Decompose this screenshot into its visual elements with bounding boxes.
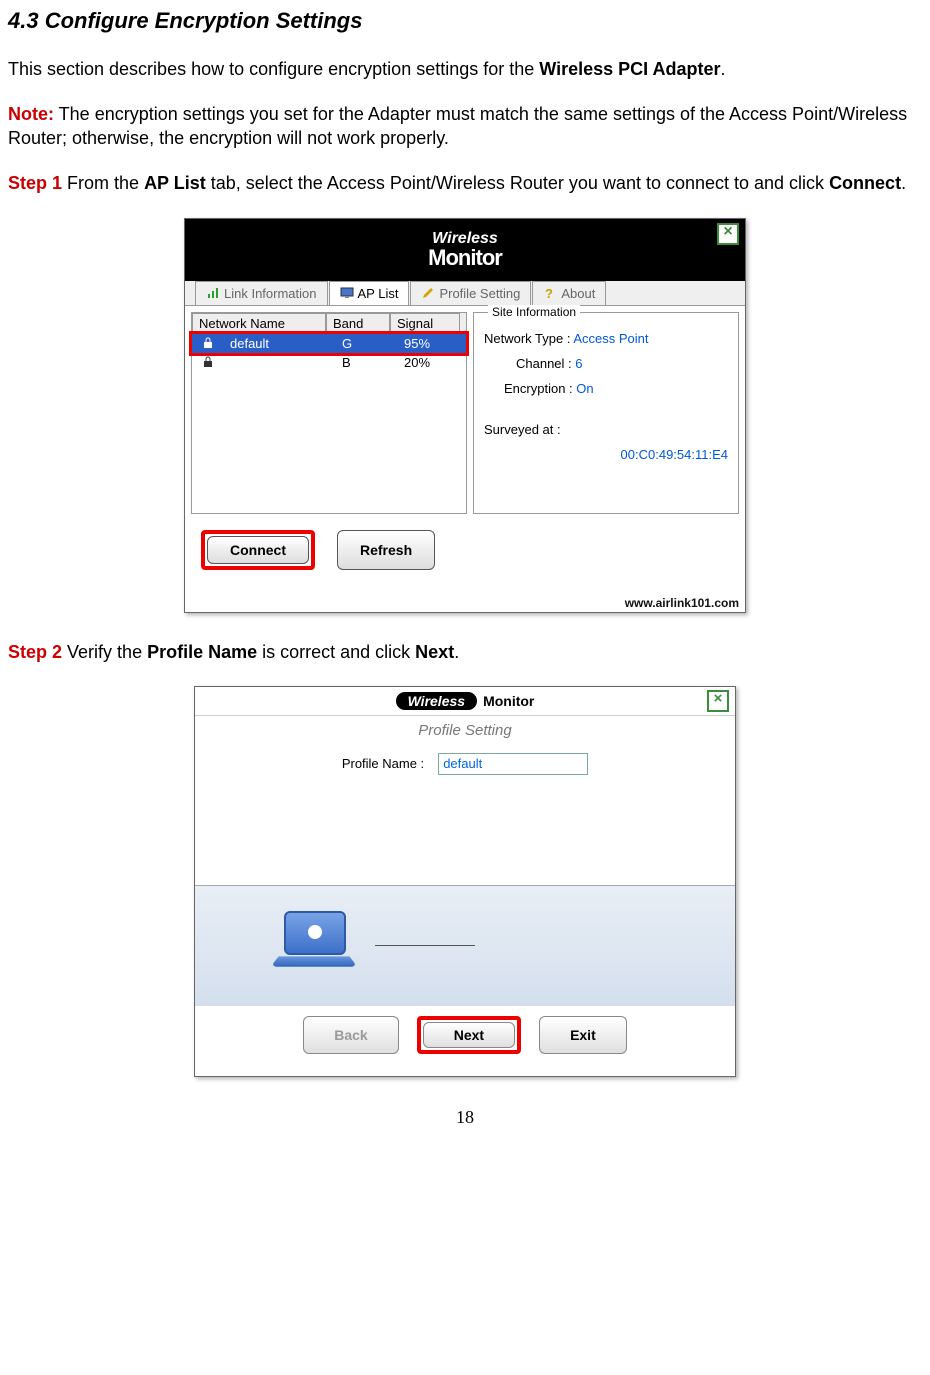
row-signal: 95%	[398, 335, 466, 352]
close-icon[interactable]: ×	[717, 223, 739, 245]
question-icon: ?	[543, 286, 557, 300]
section-heading: 4.3 Configure Encryption Settings	[8, 8, 922, 34]
logo-side-text: Monitor	[483, 693, 534, 709]
tab-about-label: About	[561, 286, 595, 301]
exit-button[interactable]: Exit	[539, 1016, 627, 1054]
row-signal: 20%	[398, 354, 466, 371]
signal-icon	[206, 286, 220, 300]
network-type-value: Access Point	[573, 331, 648, 346]
monitor-icon	[340, 286, 354, 300]
pencil-icon	[421, 286, 435, 300]
next-highlight: Next	[417, 1016, 521, 1054]
app-logo: Wireless Monitor	[428, 231, 502, 269]
svg-text:?: ?	[545, 286, 553, 300]
step1-b2: Connect	[829, 173, 901, 193]
intro-text: This section describes how to configure …	[8, 59, 539, 79]
tab-bar: Link Information AP List Profile Setting…	[185, 281, 745, 306]
site-info-legend: Site Information	[488, 305, 580, 319]
note-label: Note:	[8, 104, 54, 124]
step1-paragraph: Step 1 From the AP List tab, select the …	[8, 172, 922, 195]
step2-b2: Next	[415, 642, 454, 662]
window-header: Wireless Monitor ×	[185, 219, 745, 281]
step2-t2: is correct and click	[257, 642, 415, 662]
profile-form: Profile Name :	[195, 753, 735, 775]
encryption-value: On	[576, 381, 593, 396]
logo-bottom: Monitor	[428, 247, 502, 269]
tab-link-information[interactable]: Link Information	[195, 281, 328, 305]
tab-link-label: Link Information	[224, 286, 317, 301]
network-type-label: Network Type :	[484, 331, 570, 346]
wireless-monitor-window: Wireless Monitor × Link Information AP L…	[184, 218, 746, 613]
lock-icon	[192, 355, 224, 369]
row-band: B	[336, 354, 398, 371]
step1-label: Step 1	[8, 173, 62, 193]
next-button[interactable]: Next	[423, 1022, 515, 1048]
tab-about[interactable]: ? About	[532, 281, 606, 305]
step1-t3: .	[901, 173, 906, 193]
profile-name-label: Profile Name :	[342, 756, 424, 771]
site-information-panel: Site Information Network Type : Access P…	[473, 312, 739, 514]
profile-setting-title: Profile Setting	[195, 722, 735, 739]
step2-t3: .	[454, 642, 459, 662]
connector-line	[375, 945, 475, 946]
step2-t1: Verify the	[62, 642, 147, 662]
refresh-button[interactable]: Refresh	[337, 530, 435, 570]
encryption-label: Encryption :	[504, 381, 573, 396]
ap-list-panel: Network Name Band Signal default G 95%	[191, 312, 467, 514]
surveyed-value: 00:C0:49:54:11:E4	[484, 447, 728, 462]
ap-list-row[interactable]: default G 95%	[189, 331, 469, 356]
step2-label: Step 2	[8, 642, 62, 662]
tab-ap-list[interactable]: AP List	[329, 281, 410, 305]
step1-t2: tab, select the Access Point/Wireless Ro…	[206, 173, 829, 193]
logo-oval: Wireless	[396, 692, 477, 710]
connect-highlight: Connect	[201, 530, 315, 570]
step1-b1: AP List	[144, 173, 206, 193]
laptop-icon	[275, 911, 355, 981]
intro-suffix: .	[721, 59, 726, 79]
profile-name-input[interactable]	[438, 753, 588, 775]
channel-value: 6	[575, 356, 582, 371]
profile-setting-window: Wireless Monitor × Profile Setting Profi…	[194, 686, 736, 1077]
row-name	[224, 361, 336, 363]
tab-aplist-label: AP List	[358, 286, 399, 301]
intro-paragraph: This section describes how to configure …	[8, 58, 922, 81]
note-text: The encryption settings you set for the …	[8, 104, 907, 147]
close-icon[interactable]: ×	[707, 690, 729, 712]
channel-label: Channel :	[516, 356, 572, 371]
connect-button[interactable]: Connect	[207, 536, 309, 564]
footer-url: www.airlink101.com	[185, 594, 745, 612]
intro-bold: Wireless PCI Adapter	[539, 59, 720, 79]
row-name: default	[224, 335, 336, 352]
page-number: 18	[8, 1107, 922, 1128]
note-paragraph: Note: The encryption settings you set fo…	[8, 103, 922, 150]
wizard-graphic	[195, 885, 735, 1006]
step2-b1: Profile Name	[147, 642, 257, 662]
row-band: G	[336, 335, 398, 352]
step2-paragraph: Step 2 Verify the Profile Name is correc…	[8, 641, 922, 664]
window-header: Wireless Monitor ×	[195, 687, 735, 716]
tab-profile-setting[interactable]: Profile Setting	[410, 281, 531, 305]
lock-icon	[192, 336, 224, 350]
tab-profile-label: Profile Setting	[439, 286, 520, 301]
surveyed-label: Surveyed at :	[484, 422, 561, 437]
step1-t1: From the	[62, 173, 144, 193]
back-button[interactable]: Back	[303, 1016, 398, 1054]
